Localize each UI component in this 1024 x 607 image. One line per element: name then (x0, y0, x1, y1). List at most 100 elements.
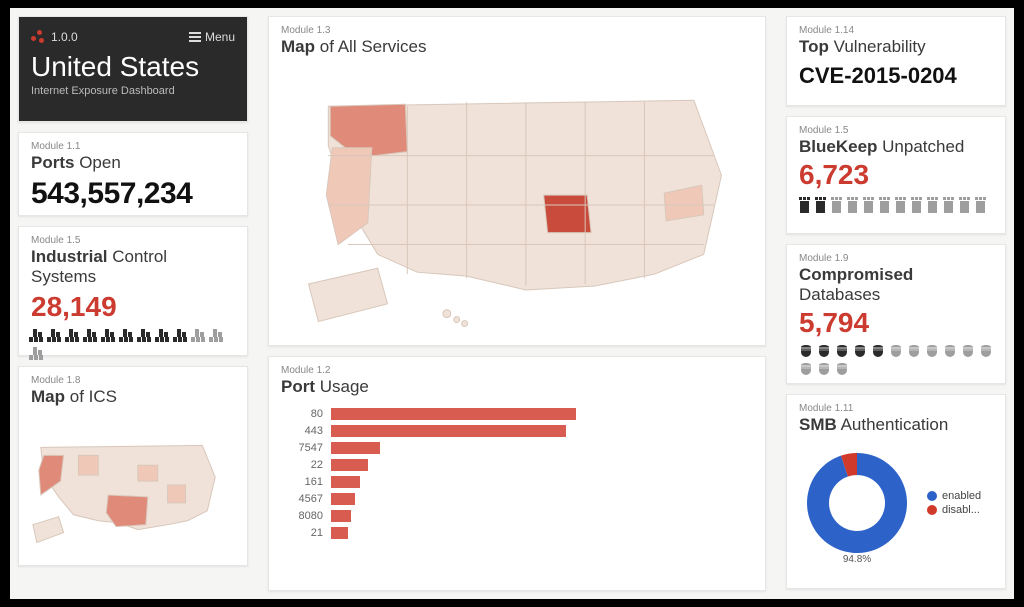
module-label: Module 1.3 (281, 25, 753, 36)
database-icon (943, 345, 957, 359)
factory-icon (139, 329, 153, 343)
ics-usa-map[interactable] (19, 415, 237, 565)
bar-row: 21 (281, 524, 753, 541)
bar-label: 443 (281, 425, 331, 437)
module-label: Module 1.8 (31, 375, 235, 386)
factory-icon (193, 329, 207, 343)
bar-label: 21 (281, 527, 331, 539)
dashboard-subtitle: Internet Exposure Dashboard (31, 85, 235, 97)
legend-label: enabled (942, 490, 981, 502)
bar (331, 408, 576, 420)
factory-icon (85, 329, 99, 343)
bar-label: 161 (281, 476, 331, 488)
module-title: Top Vulnerability (799, 37, 993, 57)
module-label: Module 1.1 (31, 141, 235, 152)
hamburger-icon (189, 32, 201, 42)
ics-map-card: Module 1.8 Map of ICS (18, 366, 248, 566)
compromised-value: 5,794 (799, 307, 993, 339)
module-label: Module 1.5 (31, 235, 235, 246)
factory-icon (67, 329, 81, 343)
module-label: Module 1.11 (799, 403, 993, 414)
bar (331, 459, 368, 471)
tower-icon (831, 197, 843, 213)
database-icon (979, 345, 993, 359)
database-icon (799, 363, 813, 377)
compromised-db-card: Module 1.9 Compromised Databases 5,794 (786, 244, 1006, 384)
tower-icon (927, 197, 939, 213)
tower-icon (959, 197, 971, 213)
smb-legend: enabled disabl... (927, 488, 981, 518)
database-icon (835, 363, 849, 377)
factory-icon (211, 329, 225, 343)
bar (331, 510, 351, 522)
bar-row: 7547 (281, 439, 753, 456)
ics-icon-row (31, 329, 235, 361)
tower-icon (975, 197, 987, 213)
compromised-icon-row (799, 345, 993, 377)
module-label: Module 1.14 (799, 25, 993, 36)
smb-auth-card: Module 1.11 SMB Authentication 94.8% ena… (786, 394, 1006, 589)
port-usage-chart[interactable]: 80 443 7547 22 161 4567 8080 21 (269, 405, 765, 549)
bar (331, 442, 380, 454)
module-title: Port Usage (281, 377, 753, 397)
logo-icon (31, 30, 45, 44)
tower-icon (863, 197, 875, 213)
tower-icon (895, 197, 907, 213)
factory-icon (103, 329, 117, 343)
dashboard-header: 1.0.0 Menu United States Internet Exposu… (18, 16, 248, 122)
legend-label: disabl... (942, 504, 980, 516)
ports-open-card: Module 1.1 Ports Open 543,557,234 (18, 132, 248, 216)
module-label: Module 1.2 (281, 365, 753, 376)
database-icon (817, 363, 831, 377)
ics-value: 28,149 (31, 291, 235, 323)
module-title: Map of All Services (281, 37, 753, 57)
bar (331, 527, 348, 539)
database-icon (835, 345, 849, 359)
bar-row: 22 (281, 456, 753, 473)
module-title: Ports Open (31, 153, 235, 173)
bluekeep-card: Module 1.5 BlueKeep Unpatched 6,723 (786, 116, 1006, 234)
factory-icon (121, 329, 135, 343)
tower-icon (879, 197, 891, 213)
bar-row: 4567 (281, 490, 753, 507)
database-icon (907, 345, 921, 359)
module-label: Module 1.5 (799, 125, 993, 136)
menu-label: Menu (205, 30, 235, 44)
bar-label: 22 (281, 459, 331, 471)
database-icon (853, 345, 867, 359)
database-icon (799, 345, 813, 359)
top-vuln-value: CVE-2015-0204 (799, 63, 993, 89)
legend-item: disabl... (927, 504, 981, 516)
module-title: SMB Authentication (799, 415, 993, 435)
services-map-card: Module 1.3 Map of All Services (268, 16, 766, 346)
module-label: Module 1.9 (799, 253, 993, 264)
module-title: Compromised Databases (799, 265, 993, 305)
smb-pct-label: 94.8% (797, 554, 917, 565)
factory-icon (31, 347, 45, 361)
bar (331, 493, 355, 505)
bar-label: 80 (281, 408, 331, 420)
tower-icon (815, 197, 827, 213)
country-title: United States (31, 51, 235, 83)
bar-row: 161 (281, 473, 753, 490)
database-icon (889, 345, 903, 359)
bar-label: 4567 (281, 493, 331, 505)
ports-open-value: 543,557,234 (31, 177, 235, 211)
smb-donut-chart[interactable]: 94.8% (797, 443, 917, 563)
module-title: Map of ICS (31, 387, 235, 407)
database-icon (961, 345, 975, 359)
bar-row: 443 (281, 422, 753, 439)
top-vuln-card: Module 1.14 Top Vulnerability CVE-2015-0… (786, 16, 1006, 106)
factory-icon (49, 329, 63, 343)
bluekeep-value: 6,723 (799, 159, 993, 191)
services-usa-map[interactable] (269, 65, 763, 345)
bar-label: 7547 (281, 442, 331, 454)
port-usage-card: Module 1.2 Port Usage 80 443 7547 22 161 4567… (268, 356, 766, 591)
tower-icon (799, 197, 811, 213)
menu-button[interactable]: Menu (189, 30, 235, 44)
bar-row: 80 (281, 405, 753, 422)
legend-swatch (927, 505, 937, 515)
bar-row: 8080 (281, 507, 753, 524)
module-title: Industrial Control Systems (31, 247, 235, 287)
tower-icon (943, 197, 955, 213)
